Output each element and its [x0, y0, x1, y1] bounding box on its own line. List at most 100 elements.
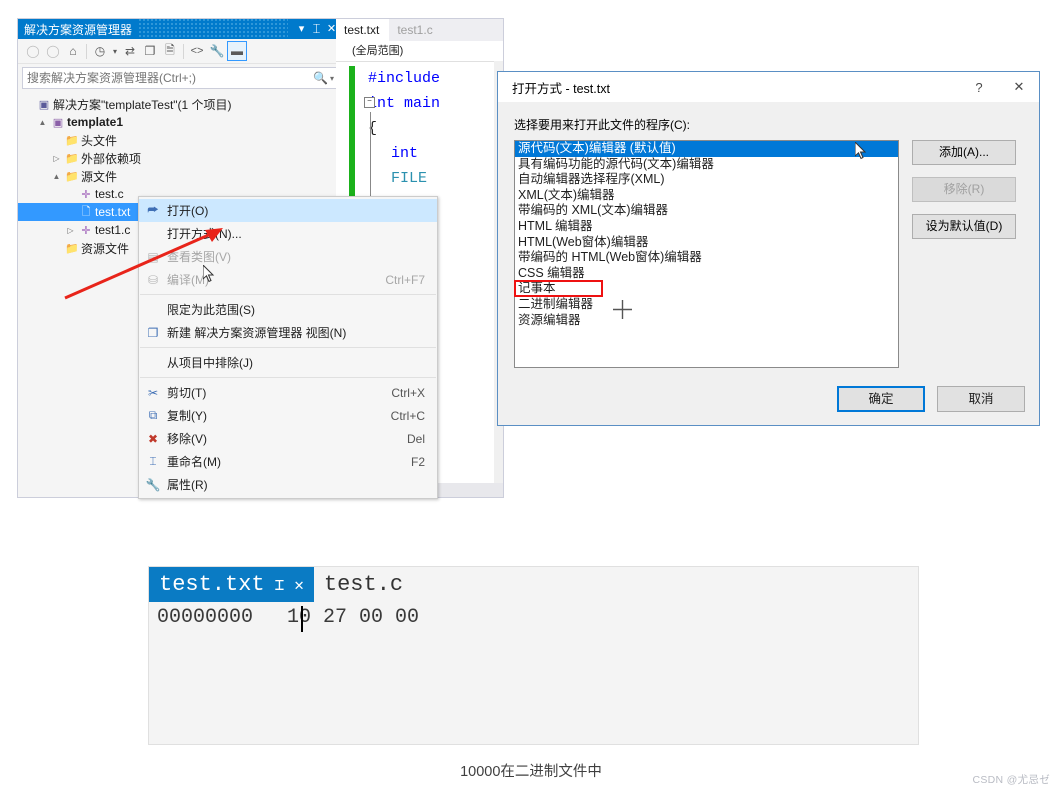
folder-icon: 📁 — [65, 134, 79, 147]
editor-scope-bar[interactable]: (全局范围) — [336, 41, 503, 62]
folder-ext-icon: 📁 — [65, 152, 79, 165]
menu-item-14[interactable]: 🔧 属性(R) — [139, 473, 437, 496]
menu-item-10[interactable]: ✂ 剪切(T) Ctrl+X — [139, 381, 437, 404]
mouse-cursor-arrow — [203, 265, 215, 283]
refresh-icon[interactable]: ❐ — [140, 41, 160, 61]
solution-explorer-titlebar: 解决方案资源管理器 ▾ ⌶ ✕ — [18, 19, 343, 39]
open-with-dialog: 打开方式 - test.txt ? ✕ 选择要用来打开此文件的程序(C): 源代… — [497, 71, 1040, 426]
dialog-side-buttons: 添加(A)... 移除(R) 设为默认值(D) — [912, 140, 1016, 368]
menu-item-13[interactable]: ⌶ 重命名(M) F2 — [139, 450, 437, 473]
fold-collapse-icon[interactable]: − — [364, 97, 375, 108]
close-icon[interactable]: ✕ — [999, 73, 1039, 101]
program-option-2[interactable]: 自动编辑器选择程序(XML) — [515, 172, 898, 188]
collapse-all-icon[interactable]: 🗎 — [160, 41, 180, 61]
txt-file-icon: 🗋 — [81, 205, 91, 218]
tree-item-0[interactable]: ▣ 解决方案"templateTest"(1 个项目) — [18, 95, 343, 113]
menu-item-label: 重命名(M) — [167, 455, 221, 469]
solution-explorer-title: 解决方案资源管理器 — [24, 22, 133, 37]
tree-item-label: test.c — [95, 187, 124, 201]
program-listbox[interactable]: 源代码(文本)编辑器 (默认值) 具有编码功能的源代码(文本)编辑器 自动编辑器选择… — [514, 140, 899, 368]
hex-content-area[interactable]: 00000000 10 27 00 00 — [149, 602, 918, 632]
tree-item-2[interactable]: 📁 头文件 — [18, 131, 343, 149]
pin-icon[interactable]: ⌶ — [275, 575, 285, 595]
help-icon[interactable]: ? — [959, 73, 999, 101]
home-icon[interactable]: ⌂ — [63, 41, 83, 61]
program-option-5[interactable]: HTML 编辑器 — [515, 219, 898, 235]
cancel-button[interactable]: 取消 — [937, 386, 1025, 412]
program-option-9[interactable]: 记事本 — [515, 281, 898, 297]
dialog-title: 打开方式 - test.txt — [512, 81, 610, 96]
dialog-prompt-label: 选择要用来打开此文件的程序(C): — [514, 118, 690, 132]
hex-editor-panel: test.txt ⌶ ✕ test.c 00000000 10 27 00 00 — [148, 566, 919, 745]
code-line: #include — [368, 70, 441, 87]
program-option-6[interactable]: HTML(Web窗体)编辑器 — [515, 235, 898, 251]
search-icon[interactable]: 🔍 — [311, 71, 330, 85]
program-option-3[interactable]: XML(文本)编辑器 — [515, 188, 898, 204]
expander-icon[interactable]: ▲ — [36, 118, 49, 127]
program-option-0[interactable]: 源代码(文本)编辑器 (默认值) — [515, 141, 898, 157]
c-file-icon: ✛ — [81, 188, 91, 201]
expander-icon[interactable]: ▲ — [50, 172, 63, 181]
menu-item-label: 新建 解决方案资源管理器 视图(N) — [167, 326, 347, 340]
menu-item-label: 属性(R) — [167, 478, 208, 492]
back-icon[interactable]: ◯ — [23, 41, 43, 61]
pending-changes-icon[interactable]: ◷ — [90, 41, 110, 61]
add-button[interactable]: 添加(A)... — [912, 140, 1016, 165]
show-all-files-icon[interactable]: <> — [187, 41, 207, 61]
program-option-8[interactable]: CSS 编辑器 — [515, 266, 898, 282]
menu-item-shortcut: Del — [406, 431, 425, 446]
solution-explorer-toolbar: ◯ ◯ ⌂ ◷ ▾ ⇄ ❐ 🗎 <> 🔧 ▬ — [18, 39, 343, 64]
hex-offset: 00000000 — [157, 606, 254, 629]
text-caret — [301, 606, 303, 632]
chevron-down-icon[interactable]: ▾ — [110, 41, 120, 61]
editor-tab-test-txt[interactable]: test.txt — [336, 19, 390, 41]
menu-item-11[interactable]: ⧉ 复制(Y) Ctrl+C — [139, 404, 437, 427]
project-icon: ▣ — [52, 116, 64, 129]
ok-button[interactable]: 确定 — [837, 386, 925, 412]
menu-item-shortcut: Ctrl+X — [391, 385, 425, 400]
menu-item-12[interactable]: ✖ 移除(V) Del — [139, 427, 437, 450]
set-as-default-button[interactable]: 设为默认值(D) — [912, 214, 1016, 239]
hex-tab-label: test.c — [323, 572, 404, 597]
titlebar-grip — [138, 19, 288, 39]
hex-editor-tab-strip: test.txt ⌶ ✕ test.c — [149, 567, 918, 602]
hex-tab-label: test.txt — [159, 572, 265, 597]
program-option-4[interactable]: 带编码的 XML(文本)编辑器 — [515, 203, 898, 219]
program-option-1[interactable]: 具有编码功能的源代码(文本)编辑器 — [515, 157, 898, 173]
editor-tab-strip: test.txt test1.c — [336, 19, 503, 41]
hex-tab-test-txt[interactable]: test.txt ⌶ ✕ — [149, 567, 314, 602]
toolbar-separator — [183, 43, 184, 59]
program-option-7[interactable]: 带编码的 HTML(Web窗体)编辑器 — [515, 250, 898, 266]
preview-selected-items-icon[interactable]: ▬ — [227, 41, 247, 61]
pin-icon[interactable]: ⌶ — [309, 19, 324, 39]
menu-item-6[interactable]: ❐ 新建 解决方案资源管理器 视图(N) — [139, 321, 437, 344]
new-view-icon: ❐ — [147, 325, 159, 340]
search-box[interactable]: 🔍 ▾ — [22, 67, 339, 89]
properties-icon[interactable]: 🔧 — [207, 41, 227, 61]
expander-icon[interactable]: ▷ — [50, 154, 63, 163]
remove-button[interactable]: 移除(R) — [912, 177, 1016, 202]
forward-icon[interactable]: ◯ — [43, 41, 63, 61]
tree-item-3[interactable]: ▷ 📁 外部依赖项 — [18, 149, 343, 167]
search-input[interactable] — [23, 70, 312, 86]
toolbar-separator — [86, 43, 87, 59]
dropdown-icon[interactable]: ▾ — [294, 19, 309, 39]
editor-tab-test1-c[interactable]: test1.c — [389, 19, 443, 41]
properties-wrench-icon: 🔧 — [145, 477, 161, 492]
tree-item-4[interactable]: ▲ 📁 源文件 — [18, 167, 343, 185]
menu-item-label: 移除(V) — [167, 432, 207, 446]
menu-item-0[interactable]: ⮫ 打开(O) — [139, 199, 437, 222]
close-icon[interactable]: ✕ — [294, 575, 304, 595]
menu-item-8[interactable]: 从项目中排除(J) — [139, 351, 437, 374]
program-option-11[interactable]: 资源编辑器 — [515, 313, 898, 329]
hex-tab-test-c[interactable]: test.c — [313, 567, 414, 602]
code-line: int main — [368, 95, 441, 112]
menu-item-shortcut: Ctrl+C — [390, 408, 425, 423]
menu-item-label: 复制(Y) — [167, 409, 207, 423]
code-line: FILE — [391, 170, 428, 187]
sync-with-active-document-icon[interactable]: ⇄ — [120, 41, 140, 61]
tree-item-1[interactable]: ▲ ▣ template1 — [18, 113, 343, 131]
program-option-10[interactable]: 二进制编辑器 — [515, 297, 898, 313]
menu-item-label: 打开(O) — [167, 204, 209, 218]
folder-icon: 📁 — [65, 170, 79, 183]
